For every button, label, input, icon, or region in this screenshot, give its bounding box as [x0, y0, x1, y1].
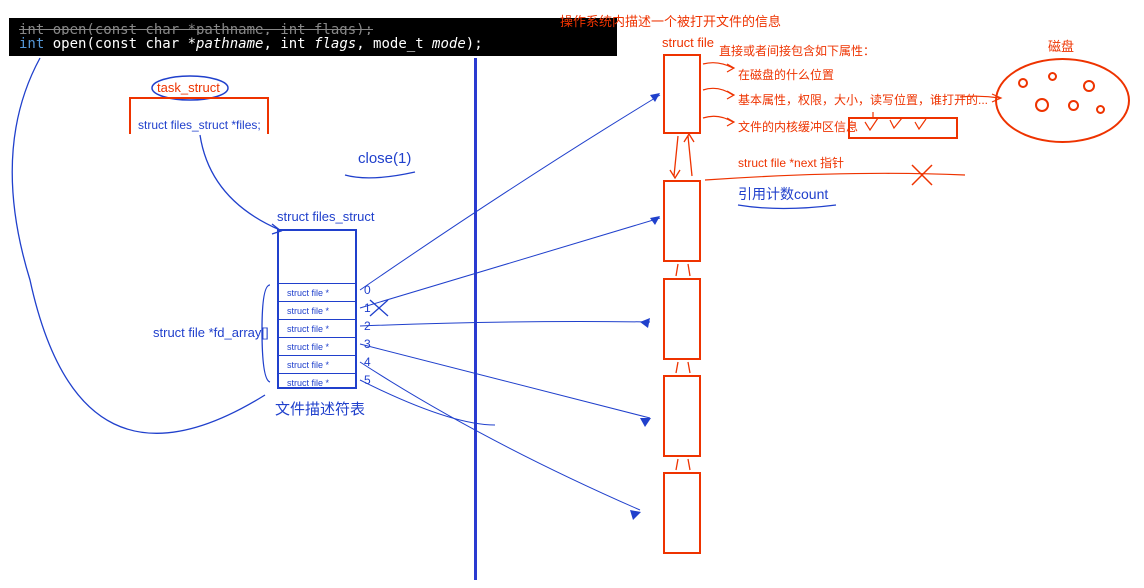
code-line1: int open(const char *pathname, int flags…	[19, 22, 373, 35]
struct-file-label: struct file	[662, 35, 714, 50]
attr2: 基本属性，权限，大小，读写位置，谁打开的...	[738, 91, 988, 108]
next-ptr-label: struct file *next 指针	[738, 154, 844, 171]
buffer-box	[848, 117, 958, 139]
disk-c3	[1083, 80, 1095, 92]
code-end: );	[466, 36, 483, 52]
param-mode: mode	[432, 36, 466, 52]
fd-row-3: struct file *	[279, 337, 355, 355]
fd-row-0: struct file *	[279, 283, 355, 301]
file-box-0	[663, 54, 701, 134]
files-struct-label: struct files_struct	[277, 209, 375, 224]
fd-idx-1: 1	[364, 301, 371, 315]
attr3: 文件的内核缓冲区信息	[738, 118, 858, 135]
code-block: int open(const char *pathname, int flags…	[9, 18, 617, 56]
file-box-2	[663, 278, 701, 360]
code-func: open(const char *	[44, 36, 196, 52]
param-flags: flags	[314, 36, 356, 52]
fd-array-label: struct file *fd_array[]	[153, 325, 269, 340]
disk-c6	[1096, 105, 1105, 114]
code-mid: , int	[263, 36, 314, 52]
fd-table-caption: 文件描述符表	[275, 398, 365, 419]
attr1: 在磁盘的什么位置	[738, 66, 834, 83]
kw-int: int	[19, 36, 44, 52]
file-box-3	[663, 375, 701, 457]
disk-c4	[1035, 98, 1049, 112]
fd-row-4: struct file *	[279, 355, 355, 373]
file-box-1	[663, 180, 701, 262]
fd-idx-5: 5	[364, 373, 371, 387]
close-label: close(1)	[358, 150, 411, 167]
task-struct-label: task_struct	[157, 80, 220, 95]
disk-c2	[1048, 72, 1057, 81]
fd-row-1: struct file *	[279, 301, 355, 319]
fd-idx-2: 2	[364, 319, 371, 333]
fd-row-5: struct file *	[279, 373, 355, 391]
ref-count-label: 引用计数count	[738, 184, 828, 204]
param-pathname: pathname	[196, 36, 263, 52]
disk-c1	[1018, 78, 1028, 88]
file-box-4	[663, 472, 701, 554]
fd-idx-4: 4	[364, 355, 371, 369]
fd-idx-3: 3	[364, 337, 371, 351]
code-mid2: , mode_t	[356, 36, 432, 52]
os-header: 操作系统内描述一个被打开文件的信息	[560, 11, 781, 30]
fd-idx-0: 0	[364, 283, 371, 297]
files-member-label: struct files_struct *files;	[138, 118, 261, 132]
attr-header: 直接或者间接包含如下属性：	[719, 42, 875, 59]
files-struct-box: struct file * struct file * struct file …	[277, 229, 357, 389]
fd-row-2: struct file *	[279, 319, 355, 337]
disk-label: 磁盘	[1048, 36, 1074, 55]
disk-ellipse	[995, 58, 1130, 143]
vertical-divider	[474, 58, 477, 580]
disk-c5	[1068, 100, 1079, 111]
